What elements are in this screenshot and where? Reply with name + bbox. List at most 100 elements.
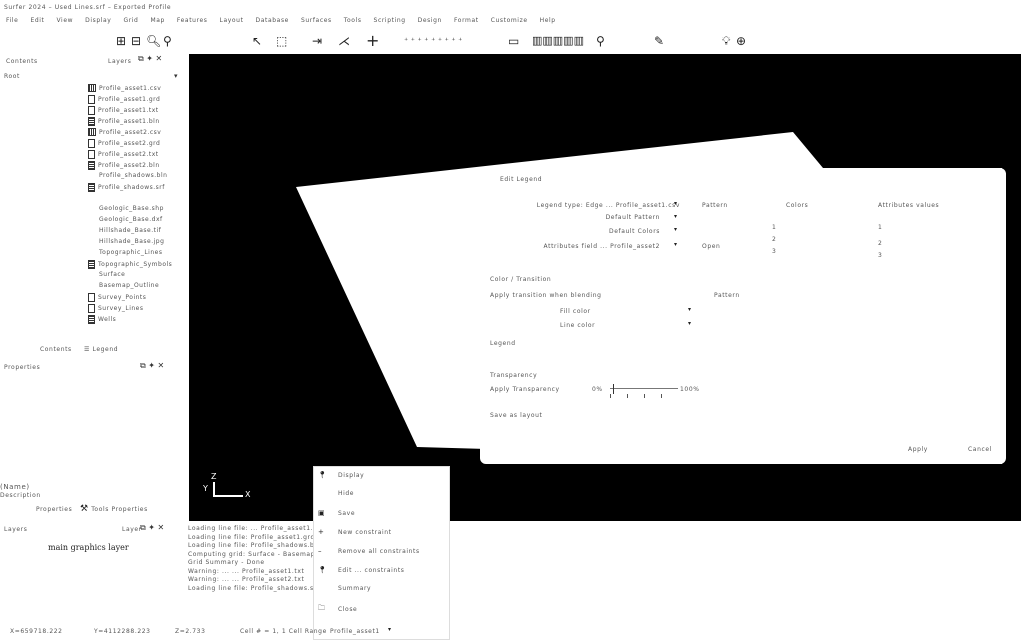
menu-layout[interactable]: Layout: [214, 14, 250, 28]
layers-panel-controls[interactable]: ⧉ ✦ ✕: [140, 523, 164, 533]
properties-panel-controls[interactable]: ⧉ ✦ ✕: [140, 361, 164, 371]
menu-display[interactable]: Display: [79, 14, 117, 28]
attr-value-2: 2: [878, 240, 883, 247]
magnifier-icon[interactable]: ⚲: [596, 30, 605, 52]
menu-grid[interactable]: Grid: [117, 14, 144, 28]
context-menu-item[interactable]: 📍︎ Edit ... constraints: [318, 566, 405, 574]
apply-button[interactable]: Apply: [908, 446, 928, 453]
list-item[interactable]: Survey_Points: [88, 293, 146, 302]
default-colors-dropdown-icon[interactable]: ▾: [674, 226, 677, 233]
context-menu-label: Summary: [338, 585, 372, 592]
tab-legend[interactable]: ☰ Legend: [84, 346, 118, 353]
layer-name[interactable]: main graphics layer: [48, 543, 129, 552]
menu-surfaces[interactable]: Surfaces: [295, 14, 338, 28]
chevron-down-icon[interactable]: ▾: [174, 72, 178, 80]
line-icon[interactable]: ⋌: [338, 30, 350, 52]
list-item[interactable]: Survey_Lines: [88, 304, 144, 313]
rect-select-icon[interactable]: ⬚: [276, 30, 287, 52]
fill-color-dropdown-icon[interactable]: ▾: [688, 306, 691, 313]
list-item[interactable]: Hillshade_Base.tif: [88, 227, 161, 234]
slider-max-label: 100%: [680, 386, 700, 393]
list-item[interactable]: Geologic_Base.dxf: [88, 216, 163, 223]
menu-format[interactable]: Format: [448, 14, 485, 28]
minus-icon: –: [318, 547, 323, 555]
list-item[interactable]: Hillshade_Base.jpg: [88, 238, 164, 245]
menu-edit[interactable]: Edit: [24, 14, 50, 28]
zoom-extents-icon[interactable]: ⊞: [116, 30, 126, 52]
menu-features[interactable]: Features: [171, 14, 214, 28]
panel-float-icon[interactable]: ⧉ ✦ ✕: [138, 54, 162, 64]
legend-type-dropdown-icon[interactable]: ▾: [674, 200, 677, 207]
point-icon[interactable]: ⁺ ⁺ ⁺ ⁺ ⁺ ⁺ ⁺ ⁺ ⁺: [404, 30, 462, 52]
tab-tools-label: Tools Properties: [91, 506, 148, 513]
open-label[interactable]: Open: [702, 243, 720, 250]
menu-help[interactable]: Help: [534, 14, 562, 28]
attr-value-1: 1: [878, 224, 883, 231]
menu-map[interactable]: Map: [144, 14, 170, 28]
list-item[interactable]: Profile_asset2.csv: [88, 128, 161, 136]
arrow-icon[interactable]: ⇥: [312, 30, 322, 52]
list-item-label: Topographic_Symbols: [98, 261, 173, 268]
zoom-window-icon[interactable]: ⚲: [163, 30, 172, 52]
list-item[interactable]: Geologic_Base.shp: [88, 205, 164, 212]
context-menu-item[interactable]: ▣ Save: [318, 509, 355, 517]
context-menu-item[interactable]: – Remove all constraints: [318, 547, 420, 555]
menu-view[interactable]: View: [50, 14, 79, 28]
menu-file[interactable]: File: [0, 14, 24, 28]
context-menu-item[interactable]: Summary: [318, 585, 371, 592]
list-item[interactable]: Profile_asset1.bln: [88, 117, 160, 126]
context-menu-item[interactable]: Hide: [318, 490, 354, 497]
context-menu-item[interactable]: 🗀︎ Close: [318, 604, 357, 615]
frame-icon[interactable]: ▭: [508, 30, 519, 52]
list-icon: [88, 260, 95, 269]
list-item[interactable]: Profile_asset1.csv: [88, 84, 161, 92]
list-item[interactable]: Profile_asset1.txt: [88, 106, 159, 115]
list-item[interactable]: Profile_asset2.bln: [88, 161, 160, 170]
list-item[interactable]: Basemap_Outline: [88, 282, 159, 289]
tree-root[interactable]: Root: [4, 73, 20, 80]
list-item[interactable]: Surface: [88, 271, 125, 278]
tab-tools-properties[interactable]: ⚒ Tools Properties: [80, 504, 148, 514]
list-item[interactable]: Profile_asset2.grd: [88, 139, 160, 148]
light-icon[interactable]: 💡︎: [722, 30, 730, 52]
list-item-label: Profile_asset1.grd: [98, 96, 161, 103]
save-as-layout-label[interactable]: Save as layout: [490, 412, 542, 419]
list-item[interactable]: Topographic_Symbols: [88, 260, 172, 269]
context-menu-item[interactable]: + New constraint: [318, 528, 392, 536]
context-menu-item[interactable]: 📍︎ Display: [318, 471, 364, 479]
menu-scripting[interactable]: Scripting: [368, 14, 412, 28]
list-icon: [88, 315, 95, 324]
zoom-out-icon[interactable]: ⊟: [131, 30, 141, 52]
line-color-dropdown-icon[interactable]: ▾: [688, 320, 691, 327]
context-menu-label: Hide: [338, 490, 355, 497]
select-icon[interactable]: ↖: [252, 30, 262, 52]
color-value-2: 2: [772, 236, 777, 243]
attributes-field-dropdown-icon[interactable]: ▾: [674, 241, 677, 248]
crosshair-icon[interactable]: +: [366, 30, 379, 52]
status-layer-dropdown-icon[interactable]: ▾: [388, 626, 391, 633]
menu-tools[interactable]: Tools: [338, 14, 368, 28]
default-pattern-dropdown-icon[interactable]: ▾: [674, 213, 677, 220]
layers-header: Layers: [4, 526, 28, 533]
list-item[interactable]: Profile_asset1.grd: [88, 95, 160, 104]
zoom-in-icon[interactable]: 🔍︎: [146, 30, 161, 52]
slider-thumb[interactable]: [613, 384, 614, 394]
status-layer[interactable]: Profile_asset1: [330, 628, 380, 635]
globe-icon[interactable]: ⊕: [736, 30, 746, 52]
transparency-slider[interactable]: [610, 384, 678, 402]
cancel-button[interactable]: Cancel: [968, 446, 992, 453]
tab-properties[interactable]: Properties: [36, 506, 72, 513]
status-x: X=659718.222: [10, 628, 63, 635]
list-item[interactable]: Topographic_Lines: [88, 249, 162, 256]
list-item[interactable]: Profile_asset2.txt: [88, 150, 159, 159]
list-item[interactable]: Profile_shadows.srf: [88, 183, 165, 192]
menu-database[interactable]: Database: [250, 14, 295, 28]
list-item[interactable]: Wells: [88, 315, 116, 324]
apply-transparency-label: Apply Transparency: [490, 386, 560, 393]
color-bars-icon[interactable]: ▥▥▥▥▥: [532, 30, 584, 52]
tab-contents[interactable]: Contents: [40, 346, 72, 353]
pen-icon[interactable]: ✎: [654, 30, 664, 52]
list-item[interactable]: Profile_shadows.bln: [88, 172, 167, 179]
menu-design[interactable]: Design: [412, 14, 448, 28]
menu-customize[interactable]: Customize: [485, 14, 534, 28]
